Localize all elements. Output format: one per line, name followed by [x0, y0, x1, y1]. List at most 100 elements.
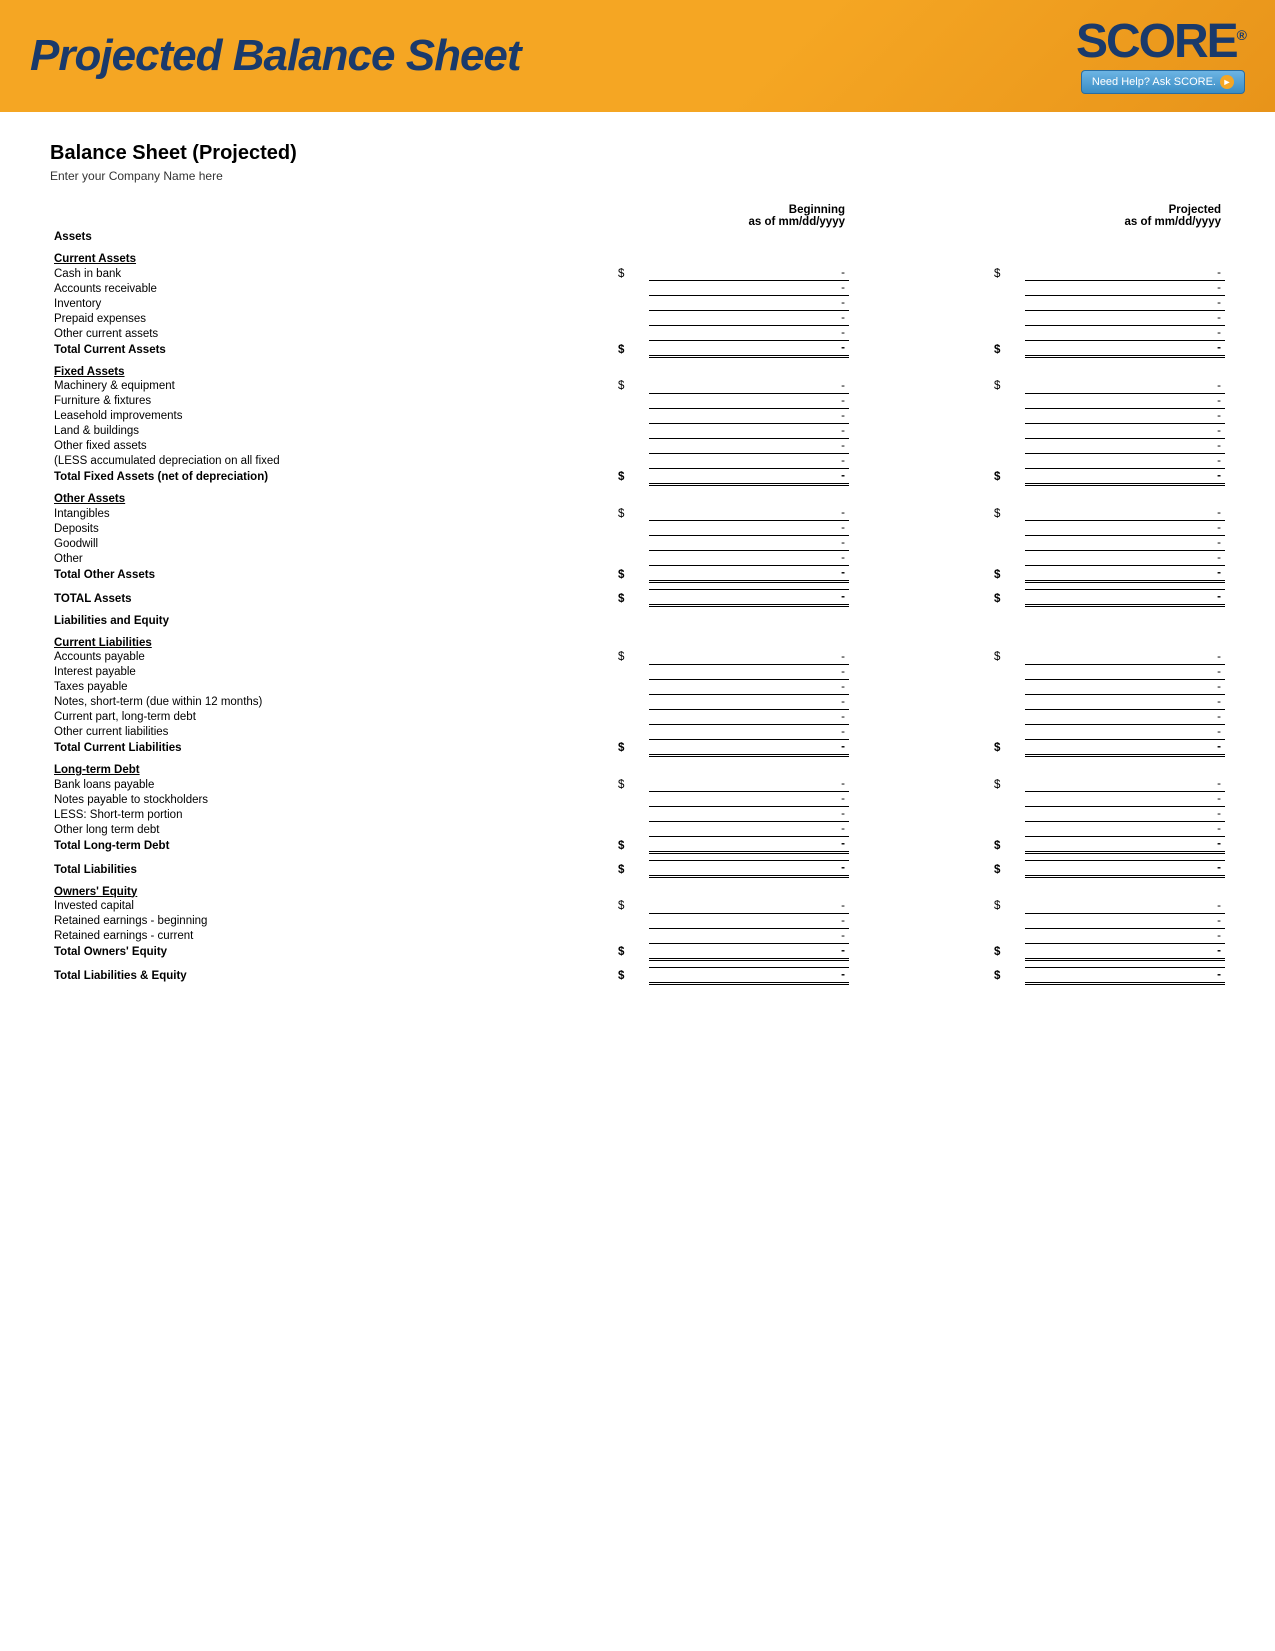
item-label: Accounts payable — [50, 650, 614, 665]
dollar-sign-proj: $ — [990, 266, 1025, 281]
item-label: Notes payable to stockholders — [50, 792, 614, 807]
item-label: Prepaid expenses — [50, 311, 614, 326]
item-label: Other fixed assets — [50, 438, 614, 453]
item-label: Intangibles — [50, 506, 614, 521]
total-proj: - — [1025, 341, 1225, 357]
current-assets-header-row: Current Assets — [50, 252, 1225, 266]
dollar-sign-proj: $ — [990, 341, 1025, 357]
total-liabilities-equity-label: Total Liabilities & Equity — [50, 967, 614, 983]
list-item: Accounts payable $ - $ - — [50, 650, 1225, 665]
current-liabilities-header-row: Current Liabilities — [50, 636, 1225, 650]
list-item: Goodwill - - — [50, 536, 1225, 551]
item-label: Machinery & equipment — [50, 379, 614, 394]
proj-value: - — [1025, 296, 1225, 311]
list-item: Bank loans payable $ - $ - — [50, 777, 1225, 792]
item-label: Other — [50, 551, 614, 566]
total-other-assets-row: Total Other Assets $ - $ - — [50, 566, 1225, 582]
total-label: Total Current Assets — [50, 341, 614, 357]
list-item: Other long term debt - - — [50, 822, 1225, 837]
list-item: Cash in bank $ - $ - — [50, 266, 1225, 281]
arrow-icon: ► — [1220, 75, 1234, 89]
begin-value: - — [649, 266, 849, 281]
total-liabilities-row: Total Liabilities $ - $ - — [50, 861, 1225, 877]
projected-col-header: Projected as of mm/dd/yyyy — [1025, 203, 1225, 230]
item-label: Inventory — [50, 296, 614, 311]
list-item: Inventory - - — [50, 296, 1225, 311]
list-item: Prepaid expenses - - — [50, 311, 1225, 326]
owners-equity-header-row: Owners' Equity — [50, 885, 1225, 899]
total-begin: - — [649, 341, 849, 357]
proj-value: - — [1025, 311, 1225, 326]
dollar-sign: $ — [614, 341, 649, 357]
list-item: Machinery & equipment $ - $ - — [50, 379, 1225, 394]
list-item: Intangibles $ - $ - — [50, 506, 1225, 521]
current-liabilities-header: Current Liabilities — [50, 636, 614, 650]
item-label: Land & buildings — [50, 423, 614, 438]
item-label: (LESS accumulated depreciation on all fi… — [50, 453, 614, 468]
page-title: Projected Balance Sheet — [30, 31, 521, 81]
item-label: Invested capital — [50, 899, 614, 914]
liabilities-equity-header-row: Liabilities and Equity — [50, 614, 1225, 628]
total-current-liabilities-row: Total Current Liabilities $ - $ - — [50, 739, 1225, 755]
header-banner: Projected Balance Sheet SCORE® Need Help… — [0, 0, 1275, 112]
list-item: Leasehold improvements - - — [50, 408, 1225, 423]
item-label: Goodwill — [50, 536, 614, 551]
item-label: Cash in bank — [50, 266, 614, 281]
list-item: Invested capital $ - $ - — [50, 899, 1225, 914]
item-label: Current part, long-term debt — [50, 709, 614, 724]
total-label: Total Fixed Assets (net of depreciation) — [50, 468, 614, 484]
begin-value: - — [649, 311, 849, 326]
item-label: Notes, short-term (due within 12 months) — [50, 694, 614, 709]
item-label: Other current assets — [50, 326, 614, 341]
assets-label-row: Assets — [50, 230, 1225, 244]
list-item: Land & buildings - - — [50, 423, 1225, 438]
proj-value: - — [1025, 326, 1225, 341]
total-label: Total Current Liabilities — [50, 739, 614, 755]
list-item: Retained earnings - beginning - - — [50, 913, 1225, 928]
item-label: Other current liabilities — [50, 724, 614, 739]
list-item: Other - - — [50, 551, 1225, 566]
doc-title: Balance Sheet (Projected) — [50, 142, 1225, 165]
begin-value: - — [649, 326, 849, 341]
current-assets-header: Current Assets — [50, 252, 614, 266]
total-fixed-assets-row: Total Fixed Assets (net of depreciation)… — [50, 468, 1225, 484]
score-logo: SCORE® — [1076, 18, 1245, 66]
beginning-col-header: Beginning as of mm/dd/yyyy — [649, 203, 849, 230]
assets-label: Assets — [50, 230, 614, 244]
total-assets-row: TOTAL Assets $ - $ - — [50, 590, 1225, 606]
list-item: Other current assets - - — [50, 326, 1225, 341]
list-item: Deposits - - — [50, 521, 1225, 536]
total-current-assets-row: Total Current Assets $ - $ - — [50, 341, 1225, 357]
item-label: Interest payable — [50, 664, 614, 679]
total-assets-label: TOTAL Assets — [50, 590, 614, 606]
item-label: Retained earnings - current — [50, 928, 614, 943]
long-term-debt-header: Long-term Debt — [50, 763, 614, 777]
liabilities-equity-header: Liabilities and Equity — [50, 614, 614, 628]
item-label: Retained earnings - beginning — [50, 913, 614, 928]
total-liabilities-label: Total Liabilities — [50, 861, 614, 877]
item-label: LESS: Short-term portion — [50, 807, 614, 822]
other-assets-header-row: Other Assets — [50, 492, 1225, 506]
dollar-sign: $ — [614, 266, 649, 281]
company-name: Enter your Company Name here — [50, 169, 1225, 183]
balance-table: Beginning as of mm/dd/yyyy Projected as … — [50, 203, 1225, 985]
total-label: Total Other Assets — [50, 566, 614, 582]
proj-value: - — [1025, 281, 1225, 296]
list-item: Retained earnings - current - - — [50, 928, 1225, 943]
main-content: Balance Sheet (Projected) Enter your Com… — [0, 112, 1275, 1025]
need-help-button[interactable]: Need Help? Ask SCORE. ► — [1081, 70, 1245, 94]
begin-value: - — [649, 296, 849, 311]
total-owners-equity-row: Total Owners' Equity $ - $ - — [50, 943, 1225, 959]
item-label: Taxes payable — [50, 679, 614, 694]
total-label: Total Owners' Equity — [50, 943, 614, 959]
proj-value: - — [1025, 266, 1225, 281]
item-label: Accounts receivable — [50, 281, 614, 296]
item-label: Other long term debt — [50, 822, 614, 837]
total-label: Total Long-term Debt — [50, 837, 614, 853]
item-label: Leasehold improvements — [50, 408, 614, 423]
item-label: Bank loans payable — [50, 777, 614, 792]
list-item: Other current liabilities - - — [50, 724, 1225, 739]
list-item: Current part, long-term debt - - — [50, 709, 1225, 724]
owners-equity-header: Owners' Equity — [50, 885, 614, 899]
total-liabilities-equity-row: Total Liabilities & Equity $ - $ - — [50, 967, 1225, 983]
